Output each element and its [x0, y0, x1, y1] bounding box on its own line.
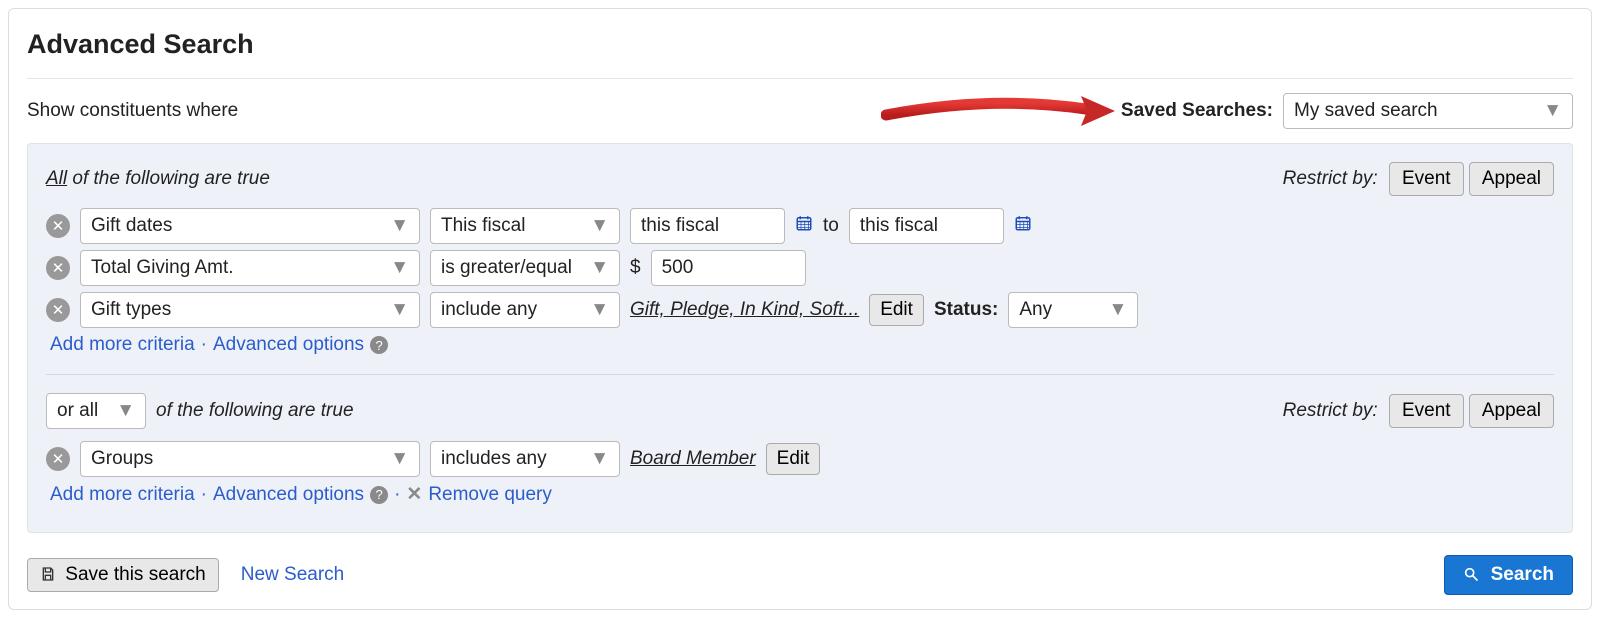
add-criteria-link[interactable]: Add more criteria [50, 484, 195, 506]
section1-links: Add more criteria · Advanced options ? [50, 334, 1554, 356]
edit-button[interactable]: Edit [869, 294, 924, 326]
appeal-button-2[interactable]: Appeal [1469, 394, 1554, 428]
saved-searches-label: Saved Searches: [1121, 100, 1273, 122]
chevron-down-icon: ▼ [116, 400, 135, 422]
page-title: Advanced Search [27, 29, 1573, 60]
status-label: Status: [934, 299, 998, 321]
to-label: to [823, 215, 839, 237]
section1-all-toggle[interactable]: All [46, 168, 67, 189]
separator-dot: · [201, 484, 207, 506]
appeal-button-1[interactable]: Appeal [1469, 162, 1554, 196]
date-to-input[interactable]: this fiscal [849, 208, 1004, 244]
groups-values[interactable]: Board Member [630, 448, 756, 470]
help-icon[interactable]: ? [370, 486, 388, 504]
section1-header: All of the following are true Restrict b… [46, 162, 1554, 196]
currency-symbol: $ [630, 257, 641, 279]
operator-select[interactable]: include any ▼ [430, 292, 620, 328]
remove-row-icon[interactable]: ✕ [46, 214, 70, 238]
chevron-down-icon: ▼ [390, 448, 409, 470]
amount-input[interactable]: 500 [651, 250, 806, 286]
search-button[interactable]: Search [1444, 555, 1573, 595]
advanced-options-link[interactable]: Advanced options [213, 484, 364, 506]
chevron-down-icon: ▼ [390, 257, 409, 279]
section2-header: or all ▼ of the following are true Restr… [46, 393, 1554, 429]
calendar-icon[interactable] [795, 214, 813, 238]
chevron-down-icon: ▼ [590, 448, 609, 470]
remove-row-icon[interactable]: ✕ [46, 298, 70, 322]
top-row: Show constituents where Saved Searches: … [27, 93, 1573, 129]
section-divider [46, 374, 1554, 375]
footer: Save this search New Search Search [27, 555, 1573, 595]
remove-row-icon[interactable]: ✕ [46, 447, 70, 471]
saved-searches-select[interactable]: My saved search ▼ [1283, 93, 1573, 129]
operator-select[interactable]: includes any ▼ [430, 441, 620, 477]
edit-button[interactable]: Edit [766, 443, 821, 475]
separator-dot: · [394, 484, 400, 506]
field-select[interactable]: Groups ▼ [80, 441, 420, 477]
save-search-button[interactable]: Save this search [27, 558, 219, 592]
criteria-row: ✕ Gift types ▼ include any ▼ Gift, Pledg… [46, 292, 1554, 328]
restrict-label-1: Restrict by: [1283, 168, 1378, 189]
saved-searches-value: My saved search [1294, 100, 1438, 122]
criteria-block: All of the following are true Restrict b… [27, 143, 1573, 533]
operator-select[interactable]: is greater/equal ▼ [430, 250, 620, 286]
criteria-row: ✕ Groups ▼ includes any ▼ Board Member E… [46, 441, 1554, 477]
advanced-search-panel: Advanced Search Show constituents where … [8, 8, 1592, 610]
subtitle: Show constituents where [27, 100, 238, 122]
chevron-down-icon: ▼ [390, 215, 409, 237]
logic-select[interactable]: or all ▼ [46, 393, 146, 429]
section1-suffix: of the following are true [67, 168, 270, 189]
field-select[interactable]: Total Giving Amt. ▼ [80, 250, 420, 286]
criteria-row: ✕ Gift dates ▼ This fiscal ▼ this fiscal… [46, 208, 1554, 244]
annotation-arrow [881, 97, 1111, 125]
chevron-down-icon: ▼ [1109, 299, 1128, 321]
close-icon: ✕ [406, 483, 422, 506]
chevron-down-icon: ▼ [590, 215, 609, 237]
chevron-down-icon: ▼ [590, 257, 609, 279]
chevron-down-icon: ▼ [1543, 100, 1562, 122]
field-select[interactable]: Gift dates ▼ [80, 208, 420, 244]
help-icon[interactable]: ? [370, 336, 388, 354]
restrict-label-2: Restrict by: [1283, 400, 1378, 421]
new-search-link[interactable]: New Search [241, 564, 345, 586]
separator-dot: · [201, 334, 207, 356]
search-icon [1463, 564, 1484, 585]
remove-row-icon[interactable]: ✕ [46, 256, 70, 280]
section2-suffix: of the following are true [156, 400, 354, 422]
range-type-select[interactable]: This fiscal ▼ [430, 208, 620, 244]
event-button-1[interactable]: Event [1389, 162, 1464, 196]
chevron-down-icon: ▼ [590, 299, 609, 321]
gift-types-values[interactable]: Gift, Pledge, In Kind, Soft... [630, 299, 859, 321]
status-select[interactable]: Any ▼ [1008, 292, 1138, 328]
divider [27, 78, 1573, 79]
event-button-2[interactable]: Event [1389, 394, 1464, 428]
date-from-input[interactable]: this fiscal [630, 208, 785, 244]
save-icon [40, 564, 61, 585]
field-select[interactable]: Gift types ▼ [80, 292, 420, 328]
calendar-icon[interactable] [1014, 214, 1032, 238]
criteria-row: ✕ Total Giving Amt. ▼ is greater/equal ▼… [46, 250, 1554, 286]
advanced-options-link[interactable]: Advanced options [213, 334, 364, 356]
add-criteria-link[interactable]: Add more criteria [50, 334, 195, 356]
remove-query-link[interactable]: Remove query [428, 484, 552, 506]
chevron-down-icon: ▼ [390, 299, 409, 321]
section2-links: Add more criteria · Advanced options ? ·… [50, 483, 1554, 506]
